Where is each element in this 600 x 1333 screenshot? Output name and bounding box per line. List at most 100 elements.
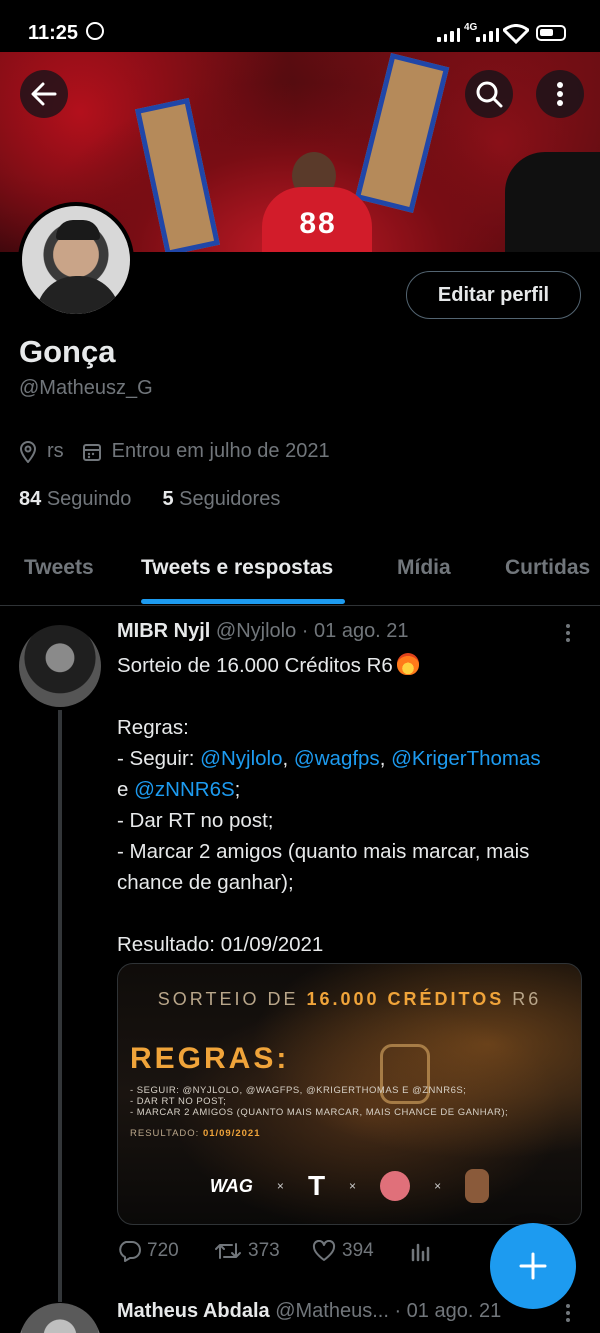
banner-figure — [505, 152, 600, 252]
followers-count: 5 — [162, 488, 174, 510]
tab-active-indicator — [141, 599, 345, 604]
signal-icon-2 — [476, 26, 499, 42]
tweet2-more-icon[interactable] — [566, 1304, 571, 1325]
search-button[interactable] — [465, 70, 513, 118]
reply-button[interactable]: 720 — [117, 1240, 179, 1262]
tab-tweets-replies[interactable]: Tweets e respostas — [141, 556, 333, 580]
whatsapp-icon — [86, 22, 104, 40]
mention-krigerthomas[interactable]: @KrigerThomas — [391, 747, 541, 770]
kriger-logo: T — [307, 1170, 326, 1201]
follow-stats: 84 Seguindo 5 Seguidores — [19, 488, 280, 511]
tab-likes[interactable]: Curtidas — [505, 556, 590, 580]
signal-icon — [437, 26, 460, 42]
mascot-logo-icon — [380, 1171, 411, 1201]
media-title-post: R6 — [504, 989, 542, 1009]
profile-tabs: Tweets Tweets e respostas Mídia Curtidas — [0, 540, 600, 606]
tweet-sep-1: , — [282, 747, 294, 770]
more-vertical-icon — [557, 82, 563, 106]
tweet2-author-handle[interactable]: @Matheus... — [275, 1300, 389, 1322]
tweet-resultado: Resultado: 01/09/2021 — [117, 933, 324, 956]
tweet-date[interactable]: · 01 ago. 21 — [302, 620, 409, 642]
bearded-logo-icon — [465, 1169, 490, 1203]
tweet2-header: Matheus Abdala @Matheus... · 01 ago. 21 — [117, 1300, 501, 1323]
mention-znnr6s[interactable]: @zNNR6S — [134, 778, 235, 801]
arrow-left-icon — [31, 82, 57, 106]
tweet-sep-2: , — [379, 747, 392, 770]
tweet2-author-name[interactable]: Matheus Abdala — [117, 1300, 270, 1322]
tweet-line-marcar-2: chance de ganhar); — [117, 871, 294, 894]
tweet2-author-avatar[interactable] — [19, 1303, 101, 1333]
mention-wagfps[interactable]: @wagfps — [294, 747, 380, 770]
tweet-more-icon[interactable] — [566, 624, 571, 645]
tweet-author-handle[interactable]: @Nyjlolo — [216, 620, 296, 642]
media-regras: REGRAS: — [130, 1042, 290, 1075]
tweet-seguir-prefix: - Seguir: — [117, 747, 201, 770]
media-rule-3: - MARCAR 2 AMIGOS (QUANTO MAIS MARCAR, M… — [130, 1107, 509, 1118]
tweet-semicolon: ; — [234, 778, 241, 801]
media-title-pre: SORTEIO DE — [157, 989, 307, 1009]
profile-location: rs — [47, 440, 64, 462]
media-result-date: 01/09/2021 — [202, 1128, 261, 1139]
like-button[interactable]: 394 — [312, 1240, 374, 1262]
profile-handle: @Matheusz_G — [19, 377, 153, 399]
more-options-button[interactable] — [536, 70, 584, 118]
banner-coffin-left — [135, 97, 220, 252]
tab-media[interactable]: Mídia — [397, 556, 451, 580]
like-count: 394 — [342, 1240, 374, 1261]
search-icon — [476, 81, 503, 108]
calendar-icon — [82, 443, 101, 461]
analytics-icon — [411, 1243, 430, 1262]
following-link[interactable]: 84 Seguindo — [19, 488, 131, 510]
tweet-author-avatar[interactable] — [19, 625, 101, 707]
retweet-button[interactable]: 373 — [214, 1240, 280, 1262]
tweet-media-image[interactable]: SORTEIO DE 16.000 CRÉDITOS R6 REGRAS: - … — [117, 963, 582, 1225]
location-icon — [19, 440, 37, 463]
followers-link[interactable]: 5 Seguidores — [162, 488, 280, 510]
status-bar: 11:25 4G — [0, 0, 600, 52]
retweet-icon — [215, 1243, 241, 1259]
retweet-count: 373 — [248, 1240, 280, 1261]
tweet-e-word: e — [117, 778, 135, 801]
status-time: 11:25 — [28, 22, 79, 44]
wifi-icon — [503, 24, 529, 44]
media-title: SORTEIO DE 16.000 CRÉDITOS R6 — [118, 989, 581, 1010]
reply-icon — [119, 1241, 141, 1262]
tweet-actions: 720 373 394 — [117, 1240, 437, 1270]
media-result-label: RESULTADO: — [130, 1128, 203, 1139]
following-label: Seguindo — [46, 488, 132, 510]
media-result: RESULTADO: 01/09/2021 — [130, 1128, 260, 1139]
tab-tweets[interactable]: Tweets — [24, 556, 94, 580]
thread-line — [58, 710, 62, 1302]
media-rule-2: - DAR RT NO POST; — [130, 1096, 227, 1107]
followers-label: Seguidores — [179, 488, 281, 510]
profile-meta: rs Entrou em julho de 2021 — [19, 440, 330, 463]
banner-coffin-right — [354, 52, 450, 214]
media-sponsor-logos: WAG × T × × — [118, 1169, 581, 1203]
edit-profile-button[interactable]: Editar perfil — [406, 271, 581, 319]
banner-jersey-number: 88 — [299, 207, 337, 240]
wag-logo: WAG — [209, 1175, 253, 1196]
profile-name: Gonça — [19, 334, 116, 369]
media-x-1: × — [276, 1179, 284, 1193]
tweet-line-marcar-1: - Marcar 2 amigos (quanto mais marcar, m… — [117, 840, 530, 863]
following-count: 84 — [19, 488, 42, 510]
avatar-cap — [56, 220, 100, 240]
fire-emoji-icon — [396, 653, 419, 675]
profile-avatar[interactable] — [18, 202, 134, 318]
mention-nyjlolo[interactable]: @Nyjlolo — [200, 747, 282, 770]
media-rule-1: - SEGUIR: @NYJLOLO, @WAGFPS, @KRIGERTHOM… — [130, 1085, 467, 1096]
media-x-2: × — [349, 1179, 357, 1193]
heart-icon — [312, 1240, 336, 1261]
reply-count: 720 — [147, 1240, 179, 1261]
compose-tweet-button[interactable] — [490, 1223, 576, 1309]
avatar-body — [36, 276, 120, 314]
tweet-author-name[interactable]: MIBR Nyjl — [117, 620, 210, 642]
back-button[interactable] — [20, 70, 68, 118]
tweet-line-1: Sorteio de 16.000 Créditos R6 — [117, 654, 393, 677]
battery-icon — [536, 25, 566, 41]
tweet2-date[interactable]: · 01 ago. 21 — [394, 1300, 501, 1322]
media-x-3: × — [434, 1179, 442, 1193]
plus-icon — [519, 1252, 547, 1280]
analytics-button[interactable] — [410, 1240, 432, 1262]
tweet-line-rt: - Dar RT no post; — [117, 809, 274, 832]
